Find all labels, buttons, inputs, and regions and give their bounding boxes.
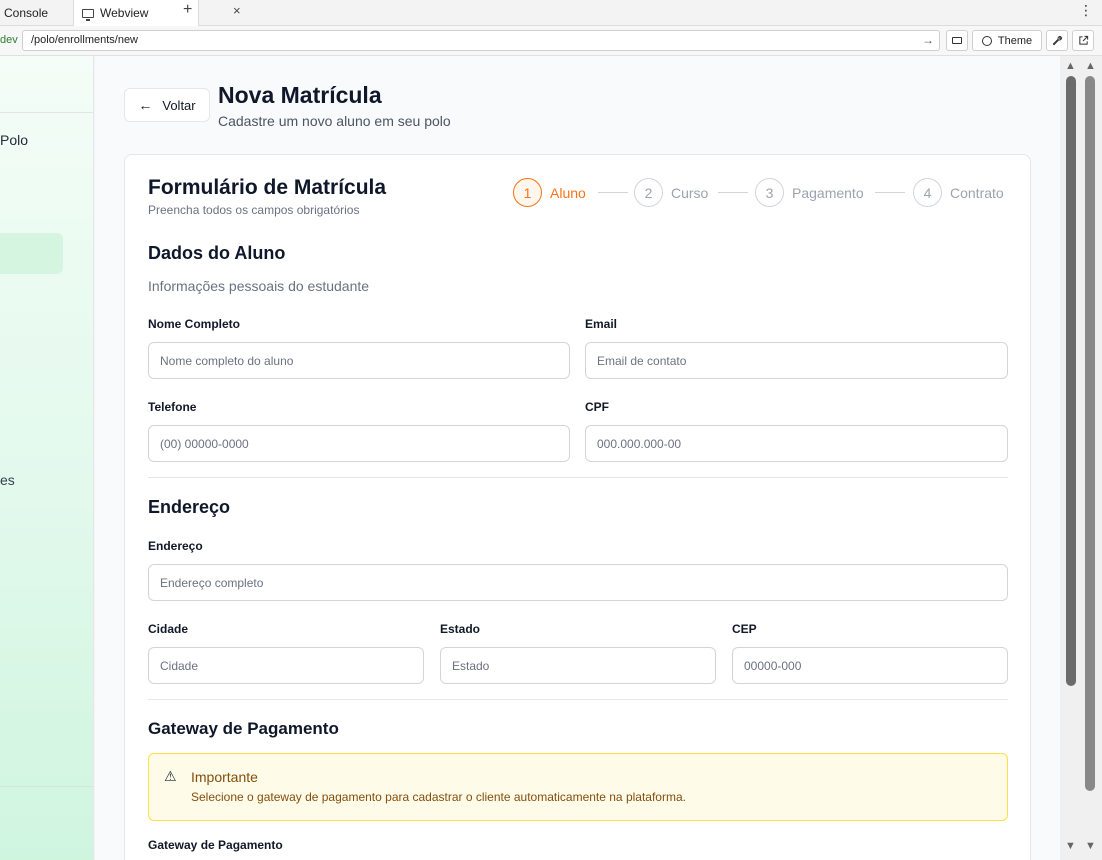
- sidebar: Polo es: [0, 56, 94, 860]
- step-curso[interactable]: 2 Curso: [634, 178, 708, 207]
- theme-label: Theme: [997, 34, 1033, 47]
- sidebar-item-active[interactable]: [0, 233, 63, 274]
- external-link-icon: [1078, 35, 1088, 45]
- scroll-down-icon[interactable]: ▼: [1065, 840, 1076, 852]
- name-label: Nome Completo: [148, 317, 241, 331]
- state-input[interactable]: [440, 647, 716, 684]
- back-button[interactable]: ← Voltar: [124, 88, 210, 122]
- scroll-thumb[interactable]: [1066, 76, 1076, 686]
- alert-text: Selecione o gateway de pagamento para ca…: [191, 790, 686, 804]
- device-preview-button[interactable]: [946, 30, 968, 51]
- step-label: Contrato: [950, 184, 1004, 201]
- step-pagamento[interactable]: 3 Pagamento: [755, 178, 864, 207]
- step-connector: [718, 192, 748, 193]
- palette-icon: [981, 35, 992, 46]
- full-name-input[interactable]: [148, 342, 570, 379]
- form-subtitle: Preencha todos os campos obrigatórios: [148, 203, 360, 217]
- wrench-icon: [1052, 35, 1062, 46]
- back-button-label: Voltar: [162, 97, 196, 113]
- step-number: 2: [634, 178, 663, 207]
- scroll-thumb[interactable]: [1085, 76, 1095, 791]
- scroll-up-icon[interactable]: ▲: [1085, 60, 1096, 72]
- step-connector: [875, 192, 905, 193]
- gateway-label: Gateway de Pagamento: [148, 838, 283, 852]
- cpf-input[interactable]: [585, 425, 1008, 462]
- email-input[interactable]: [585, 342, 1008, 379]
- arrow-left-icon: ←: [138, 97, 153, 113]
- more-options-icon[interactable]: ⋮: [1079, 2, 1093, 19]
- step-aluno[interactable]: 1 Aluno: [513, 178, 586, 207]
- tab-console-label: Console: [4, 6, 49, 20]
- step-connector: [598, 192, 628, 193]
- url-input[interactable]: /polo/enrollments/new →: [22, 30, 940, 51]
- step-label: Curso: [671, 184, 709, 201]
- gateway-section-heading: Gateway de Pagamento: [148, 719, 339, 738]
- email-label: Email: [585, 317, 618, 331]
- step-number: 3: [755, 178, 784, 207]
- theme-button[interactable]: Theme: [972, 30, 1042, 51]
- phone-input[interactable]: [148, 425, 570, 462]
- open-external-button[interactable]: [1072, 30, 1094, 51]
- browser-tab-bar: Console Webview × + ⋮: [0, 0, 1102, 26]
- tab-webview-label: Webview: [100, 6, 149, 20]
- address-input[interactable]: [148, 564, 1008, 601]
- student-section-heading: Dados do Aluno: [148, 243, 286, 263]
- sidebar-title: Polo: [0, 132, 29, 148]
- url-text: /polo/enrollments/new: [31, 34, 139, 46]
- state-label: Estado: [440, 622, 481, 636]
- section-divider: [148, 699, 1008, 700]
- scroll-down-icon[interactable]: ▼: [1085, 840, 1096, 852]
- sidebar-divider: [0, 786, 94, 787]
- cep-input[interactable]: [732, 647, 1008, 684]
- city-input[interactable]: [148, 647, 424, 684]
- address-label: Endereço: [148, 539, 203, 553]
- tab-webview[interactable]: Webview ×: [73, 0, 241, 26]
- monitor-icon: [82, 8, 94, 21]
- step-label: Pagamento: [792, 184, 864, 201]
- main-content: ← Voltar Nova Matrícula Cadastre um novo…: [95, 56, 1060, 860]
- city-label: Cidade: [148, 622, 189, 636]
- new-tab-button[interactable]: +: [183, 1, 192, 19]
- close-icon[interactable]: ×: [233, 3, 241, 18]
- sidebar-divider: [0, 112, 94, 113]
- enrollment-form-card: Formulário de Matrícula Preencha todos o…: [124, 154, 1031, 860]
- host-label: dev: [0, 34, 18, 46]
- address-bar-row: dev /polo/enrollments/new → Theme: [0, 26, 1102, 56]
- cep-label: CEP: [732, 622, 757, 636]
- student-section-description: Informações pessoais do estudante: [148, 278, 370, 294]
- monitor-icon: [952, 37, 962, 44]
- go-arrow-icon[interactable]: →: [922, 33, 934, 47]
- step-contrato[interactable]: 4 Contrato: [913, 178, 1004, 207]
- page-title: Nova Matrícula: [218, 82, 382, 108]
- phone-label: Telefone: [148, 400, 197, 414]
- cpf-label: CPF: [585, 400, 609, 414]
- alert-title: Importante: [191, 769, 258, 785]
- address-section-heading: Endereço: [148, 497, 231, 517]
- devtools-button[interactable]: [1046, 30, 1068, 51]
- page-subtitle: Cadastre um novo aluno em seu polo: [218, 113, 451, 129]
- scroll-up-icon[interactable]: ▲: [1065, 60, 1076, 72]
- form-title: Formulário de Matrícula: [148, 176, 387, 199]
- section-divider: [148, 477, 1008, 478]
- warning-icon: ⚠: [164, 768, 177, 784]
- step-number: 4: [913, 178, 942, 207]
- scrollbar[interactable]: ▲ ▲ ▼ ▼: [1060, 56, 1102, 860]
- important-alert: ⚠ Importante Selecione o gateway de paga…: [148, 753, 1008, 821]
- sidebar-item-label[interactable]: es: [0, 472, 15, 488]
- step-number: 1: [513, 178, 542, 207]
- step-label: Aluno: [550, 184, 586, 201]
- tab-console[interactable]: Console: [4, 0, 48, 26]
